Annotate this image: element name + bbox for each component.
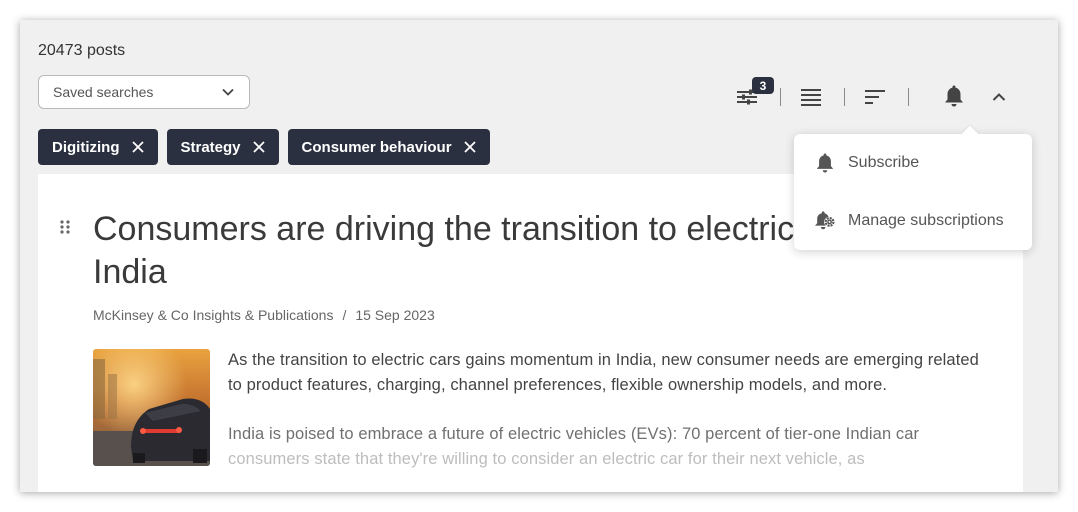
chevron-up-icon[interactable] [986, 84, 1012, 110]
excerpt-line: consumers state that they're willing to … [228, 449, 865, 468]
article-meta: McKinsey & Co Insights & Publications / 15… [93, 307, 435, 323]
filter-count-badge: 3 [752, 77, 774, 94]
toolbar-divider [908, 88, 909, 106]
subscribe-menu-item[interactable]: Subscribe [814, 149, 919, 177]
bell-icon [814, 152, 836, 174]
filter-chip-strategy: Strategy [166, 129, 279, 165]
filter-chip-label: Digitizing [52, 138, 120, 156]
posts-count: 20473 posts [38, 42, 126, 59]
filter-chip-label: Strategy [180, 138, 241, 156]
active-filters: Digitizing Strategy Consumer behaviour [38, 129, 490, 165]
posts-panel: 20473 posts Saved searches Digitizing St… [20, 20, 1058, 492]
article-excerpt: India is poised to embrace a future of e… [228, 422, 988, 472]
menu-caret [961, 125, 979, 143]
remove-filter-icon[interactable] [251, 139, 267, 155]
chevron-down-icon [221, 85, 235, 99]
saved-searches-select[interactable]: Saved searches [38, 75, 250, 109]
article-thumbnail[interactable] [93, 349, 210, 466]
remove-filter-icon[interactable] [462, 139, 478, 155]
list-view-icon[interactable] [798, 84, 824, 110]
excerpt-line: India is poised to embrace a future of e… [228, 425, 920, 443]
filter-chip-digitizing: Digitizing [38, 129, 158, 165]
sort-icon[interactable] [862, 84, 888, 110]
manage-subscriptions-label: Manage subscriptions [848, 212, 1004, 229]
article-source[interactable]: McKinsey & Co Insights & Publications [93, 307, 333, 323]
article-summary: As the transition to electric cars gains… [228, 351, 979, 394]
manage-subscriptions-menu-item[interactable]: Manage subscriptions [814, 207, 1004, 235]
subscribe-label: Subscribe [848, 154, 920, 171]
bell-icon[interactable] [941, 83, 967, 109]
drag-handle-icon[interactable] [60, 220, 70, 239]
remove-filter-icon[interactable] [130, 139, 146, 155]
filter-chip-label: Consumer behaviour [301, 138, 452, 156]
meta-separator: / [342, 307, 347, 323]
article-date: 15 Sep 2023 [355, 307, 435, 323]
toolbar-divider [780, 88, 781, 106]
toolbar-divider [844, 88, 845, 106]
filter-chip-consumer-behaviour: Consumer behaviour [287, 129, 490, 165]
notification-menu: Subscribe Manage subscriptions [794, 125, 1032, 250]
saved-searches-label: Saved searches [53, 84, 154, 100]
bell-gear-icon [814, 210, 836, 232]
